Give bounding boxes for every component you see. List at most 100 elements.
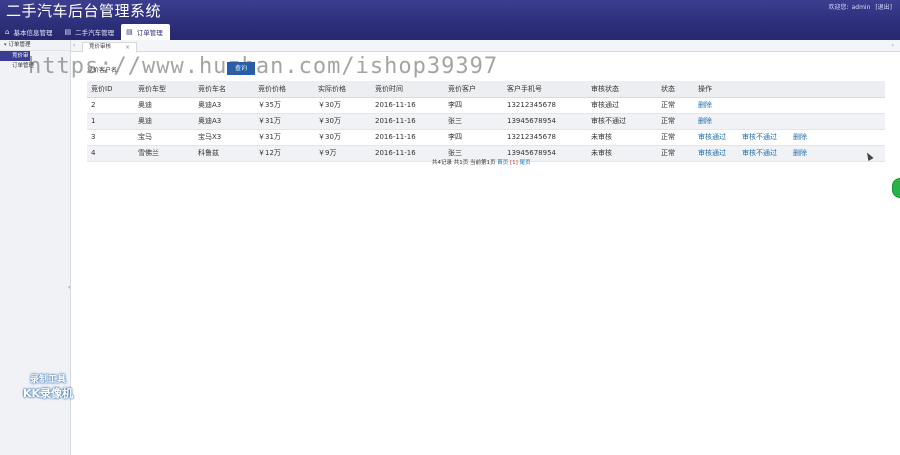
username: admin bbox=[851, 4, 871, 11]
tabs-scroll-right-icon[interactable]: › bbox=[892, 42, 894, 49]
table-cell: ￥30万 bbox=[314, 97, 371, 114]
table-cell: 张三 bbox=[444, 113, 503, 130]
table-cell: ￥31万 bbox=[254, 129, 314, 146]
approve-link[interactable]: 审核通过 bbox=[698, 149, 726, 157]
table-cell: 未审核 bbox=[587, 145, 657, 162]
table-cell: 13212345678 bbox=[503, 129, 587, 146]
delete-link[interactable]: 删除 bbox=[793, 133, 807, 141]
topnav-label: 基本信息管理 bbox=[13, 29, 53, 37]
table-cell: 4 bbox=[87, 145, 134, 162]
column-header: 客户手机号 bbox=[503, 81, 587, 98]
pagination: 共4记录 共1页 当前第1页 首页 [1] 尾页 bbox=[432, 158, 531, 166]
column-header: 竞价时间 bbox=[371, 81, 444, 98]
table-cell: ￥30万 bbox=[314, 113, 371, 130]
floating-service-button[interactable] bbox=[892, 178, 900, 198]
delete-link[interactable]: 删除 bbox=[793, 149, 807, 157]
actions-cell: 审核通过 审核不通过 删除 bbox=[694, 129, 885, 146]
window-icon: ▤ bbox=[126, 28, 133, 36]
logout-link[interactable]: [退出] bbox=[875, 4, 892, 11]
tab-label: 竞价审核 bbox=[89, 44, 112, 50]
table-cell: 科鲁兹 bbox=[194, 145, 254, 162]
table-cell: 正常 bbox=[657, 145, 694, 162]
table-cell: 2016-11-16 bbox=[371, 97, 444, 114]
actions-cell: 删除 bbox=[694, 97, 885, 114]
search-label: 竞价客户名: bbox=[87, 67, 120, 74]
tab-bid-review[interactable]: 竞价审核 × bbox=[82, 42, 138, 52]
table-cell: 正常 bbox=[657, 129, 694, 146]
pager-summary: 共4记录 共1页 当前第1页 bbox=[432, 160, 496, 166]
sidebar-item-bid-review[interactable]: 竞价审核 bbox=[0, 51, 30, 69]
pager-first[interactable]: 首页 bbox=[497, 160, 508, 166]
column-header: 竞价价格 bbox=[254, 81, 314, 98]
column-header: 实际价格 bbox=[314, 81, 371, 98]
table-cell: 1 bbox=[87, 113, 134, 130]
app-header: 二手汽车后台管理系统 欢迎您: admin [退出] ⌂ 基本信息管理 ▤ 二手汽… bbox=[0, 0, 900, 40]
table-cell: ￥12万 bbox=[254, 145, 314, 162]
actions-cell: 审核通过 审核不通过 删除 bbox=[694, 145, 885, 162]
table-cell: 奥迪 bbox=[134, 113, 194, 130]
table-cell: 正常 bbox=[657, 97, 694, 114]
sidebar-item-order-management[interactable]: 订单管理 bbox=[0, 61, 70, 71]
delete-link[interactable]: 删除 bbox=[698, 101, 712, 109]
topnav-label: 二手汽车管理 bbox=[75, 29, 115, 37]
table-cell: 正常 bbox=[657, 113, 694, 130]
sidebar-group-header[interactable]: ▾ 订单管理 bbox=[0, 40, 70, 51]
table-cell: 宝马 bbox=[134, 129, 194, 146]
tabs-scroll-left-icon[interactable]: ‹ bbox=[73, 42, 75, 49]
app-title: 二手汽车后台管理系统 bbox=[6, 2, 162, 20]
delete-link[interactable]: 删除 bbox=[698, 117, 712, 125]
table-cell: 李四 bbox=[444, 129, 503, 146]
chevron-down-icon: ▾ bbox=[4, 42, 7, 48]
table-cell: ￥30万 bbox=[314, 129, 371, 146]
table-cell: 3 bbox=[87, 129, 134, 146]
column-header: 竞价客户 bbox=[444, 81, 503, 98]
table-cell: 奥迪 bbox=[134, 97, 194, 114]
sidebar: ▾ 订单管理 竞价审核 订单管理 ‹ bbox=[0, 40, 71, 455]
table-cell: 奥迪A3 bbox=[194, 113, 254, 130]
table-cell: 2 bbox=[87, 97, 134, 114]
table-cell: 未审核 bbox=[587, 129, 657, 146]
house-icon: ⌂ bbox=[5, 28, 10, 36]
table-cell: 李四 bbox=[444, 97, 503, 114]
table-cell: ￥9万 bbox=[314, 145, 371, 162]
search-button[interactable]: 查询 bbox=[227, 62, 255, 75]
table-cell: 雪佛兰 bbox=[134, 145, 194, 162]
column-header: 竞价车型 bbox=[134, 81, 194, 98]
close-icon[interactable]: × bbox=[125, 43, 130, 52]
topnav-basic-info[interactable]: ⌂ 基本信息管理 bbox=[0, 24, 59, 40]
pager-current[interactable]: [1] bbox=[510, 160, 518, 166]
table-cell: 审核通过 bbox=[587, 97, 657, 114]
reject-link[interactable]: 审核不通过 bbox=[742, 149, 777, 157]
topnav-car-management[interactable]: ▤ 二手汽车管理 bbox=[59, 24, 121, 40]
actions-cell: 删除 bbox=[694, 113, 885, 130]
top-nav: ⌂ 基本信息管理 ▤ 二手汽车管理 ▤ 订单管理 bbox=[0, 24, 170, 40]
table-cell: 宝马X3 bbox=[194, 129, 254, 146]
table-cell: ￥31万 bbox=[254, 113, 314, 130]
approve-link[interactable]: 审核通过 bbox=[698, 133, 726, 141]
column-header: 操作 bbox=[694, 81, 885, 98]
welcome-text: 欢迎您: bbox=[828, 4, 849, 11]
table-cell: 2016-11-16 bbox=[371, 113, 444, 130]
column-header: 竞价车名 bbox=[194, 81, 254, 98]
table-cell: 2016-11-16 bbox=[371, 129, 444, 146]
table-row: 1 奥迪 奥迪A3 ￥31万 ￥30万 2016-11-16 张三 13945678954 审核… bbox=[87, 113, 885, 130]
user-area: 欢迎您: admin [退出] bbox=[826, 4, 892, 12]
pager-last[interactable]: 尾页 bbox=[520, 160, 531, 166]
table-cell: 审核不通过 bbox=[587, 113, 657, 130]
table-cell: ￥35万 bbox=[254, 97, 314, 114]
table-header-row: 竞价ID 竞价车型 竞价车名 竞价价格 实际价格 竞价时间 竞价客户 客户手机号 审核状态 状态操… bbox=[87, 81, 885, 98]
table-cell: 奥迪A3 bbox=[194, 97, 254, 114]
table-cell: 13212345678 bbox=[503, 97, 587, 114]
bid-table: 竞价ID 竞价车型 竞价车名 竞价价格 实际价格 竞价时间 竞价客户 客户手机号 审核状态 状态操… bbox=[87, 81, 885, 162]
window-icon: ▤ bbox=[64, 28, 72, 36]
topnav-label: 订单管理 bbox=[136, 29, 163, 37]
sidebar-group-label: 订单管理 bbox=[8, 42, 31, 48]
table-cell: 13945678954 bbox=[503, 113, 587, 130]
reject-link[interactable]: 审核不通过 bbox=[742, 133, 777, 141]
topnav-order-management[interactable]: ▤ 订单管理 bbox=[121, 24, 170, 40]
table-row: 2 奥迪 奥迪A3 ￥35万 ￥30万 2016-11-16 李四 13212345678 审核… bbox=[87, 97, 885, 114]
column-header: 竞价ID bbox=[87, 81, 134, 98]
column-header: 审核状态 bbox=[587, 81, 657, 98]
table-row: 3 宝马 宝马X3 ￥31万 ￥30万 2016-11-16 李四 13212345678 未审… bbox=[87, 129, 885, 146]
column-header: 状态 bbox=[657, 81, 694, 98]
